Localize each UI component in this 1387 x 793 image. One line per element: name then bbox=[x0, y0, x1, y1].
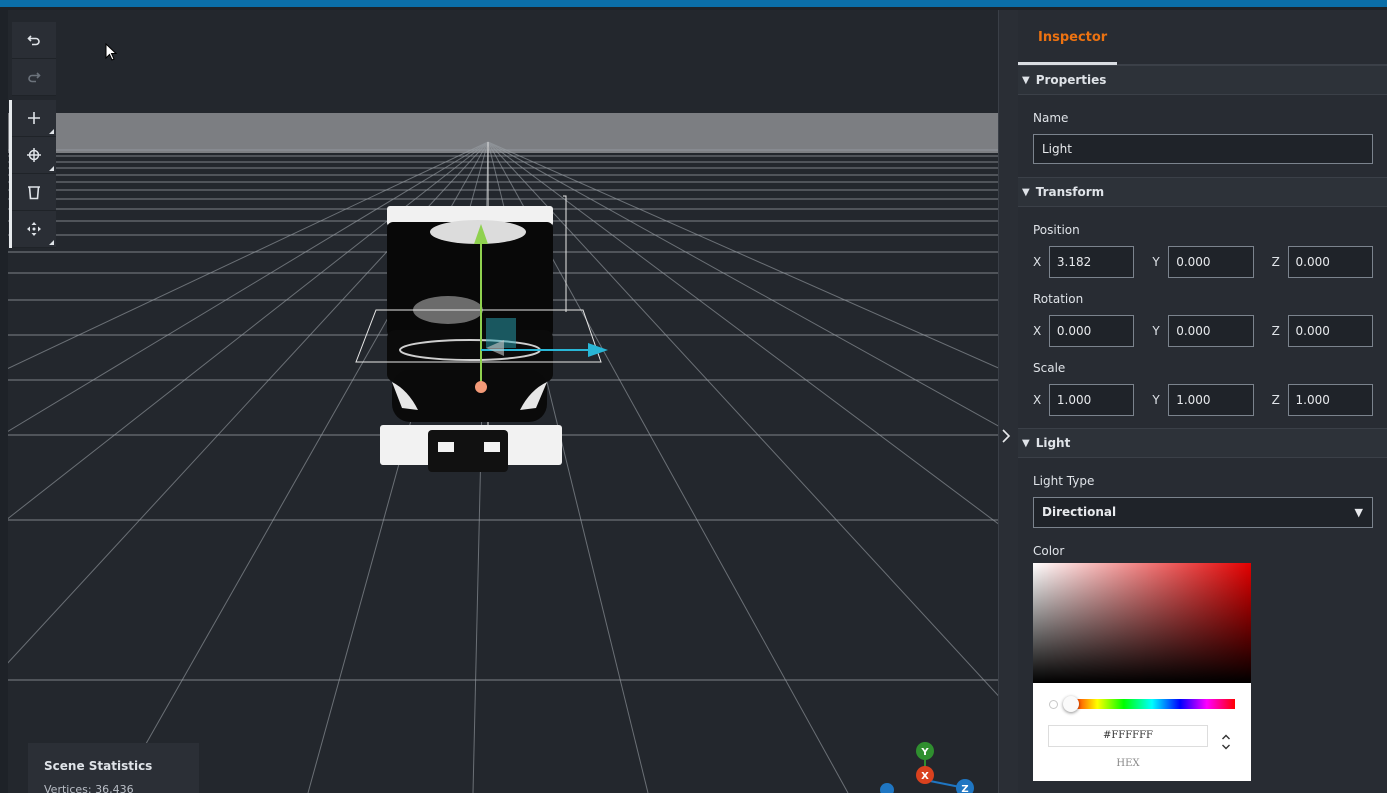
rotation-row: X 0.000 Y 0.000 Z 0.000 bbox=[1033, 315, 1373, 347]
position-y-input[interactable]: 0.000 bbox=[1168, 246, 1254, 278]
rotation-z-input[interactable]: 0.000 bbox=[1287, 315, 1373, 347]
position-label: Position bbox=[1033, 223, 1080, 237]
undo-button[interactable] bbox=[12, 22, 56, 59]
sky bbox=[8, 10, 998, 113]
scale-label: Scale bbox=[1033, 361, 1066, 375]
light-section-body: Light Type Directional ▼ Color #FFFFFF H… bbox=[1018, 458, 1387, 781]
position-z-label: Z bbox=[1271, 255, 1280, 269]
hue-slider[interactable] bbox=[1069, 699, 1235, 709]
mouse-cursor-icon bbox=[105, 43, 117, 61]
light-section-header[interactable]: ▼ Light bbox=[1018, 428, 1387, 458]
gizmo-z-label: Z bbox=[961, 784, 968, 793]
light-type-select[interactable]: Directional ▼ bbox=[1033, 497, 1373, 528]
add-component-button[interactable] bbox=[12, 137, 56, 174]
scale-x-input[interactable]: 1.000 bbox=[1048, 384, 1135, 416]
rotation-y-input[interactable]: 0.000 bbox=[1168, 315, 1254, 347]
scene-statistics-vertices: Vertices: 36,436 bbox=[44, 783, 134, 793]
scale-y-label: Y bbox=[1152, 393, 1160, 407]
component-icon bbox=[27, 148, 41, 162]
chevron-right-icon bbox=[1002, 429, 1011, 443]
rotation-label: Rotation bbox=[1033, 292, 1084, 306]
inspector-tabbar: Inspector bbox=[1018, 10, 1387, 65]
up-down-chevron-icon bbox=[1222, 734, 1230, 750]
orientation-gizmo[interactable]: Y X Z bbox=[880, 742, 974, 793]
triangle-down-icon: ▼ bbox=[1354, 506, 1363, 519]
color-preview-swatch bbox=[1049, 700, 1058, 709]
collapse-panel-button[interactable] bbox=[1001, 428, 1011, 447]
saturation-area[interactable] bbox=[1033, 563, 1251, 683]
plus-icon bbox=[28, 112, 40, 124]
tab-inspector[interactable]: Inspector bbox=[1038, 30, 1107, 45]
rotation-z-label: Z bbox=[1271, 324, 1280, 338]
position-z-input[interactable]: 0.000 bbox=[1287, 246, 1373, 278]
scale-y-input[interactable]: 1.000 bbox=[1168, 384, 1254, 416]
triangle-down-icon: ▼ bbox=[1022, 74, 1030, 86]
properties-section-title: Properties bbox=[1035, 73, 1107, 87]
move-icon bbox=[27, 222, 41, 236]
position-y-label: Y bbox=[1152, 255, 1160, 269]
scene-viewport[interactable]: Y X Z Scene Statistics Vertices: 36,436 bbox=[8, 10, 998, 793]
trash-icon bbox=[28, 186, 40, 200]
redo-button[interactable] bbox=[12, 59, 56, 96]
color-label: Color bbox=[1033, 544, 1065, 558]
rotation-x-input[interactable]: 0.000 bbox=[1048, 315, 1135, 347]
scale-z-input[interactable]: 1.000 bbox=[1287, 384, 1373, 416]
scale-z-label: Z bbox=[1271, 393, 1280, 407]
inspector-panel: Inspector ▼ Properties Name Light ▼ Tran… bbox=[1018, 10, 1387, 793]
position-x-input[interactable]: 3.182 bbox=[1048, 246, 1135, 278]
color-format-toggle[interactable] bbox=[1219, 733, 1233, 753]
transform-mode-button[interactable] bbox=[12, 211, 56, 248]
position-x-label: X bbox=[1033, 255, 1042, 269]
rotation-x-label: X bbox=[1033, 324, 1042, 338]
properties-section-body: Name Light bbox=[1018, 95, 1387, 177]
light-type-value: Directional bbox=[1042, 505, 1117, 519]
top-accent-bar bbox=[0, 0, 1387, 7]
redo-icon bbox=[28, 72, 41, 83]
light-type-label: Light Type bbox=[1033, 474, 1095, 488]
transform-section-title: Transform bbox=[1035, 185, 1105, 199]
light-section-title: Light bbox=[1035, 436, 1071, 450]
name-label: Name bbox=[1033, 111, 1069, 125]
triangle-down-icon: ▼ bbox=[1022, 186, 1030, 198]
hue-slider-handle[interactable] bbox=[1063, 696, 1079, 712]
hex-input[interactable]: #FFFFFF bbox=[1048, 725, 1208, 747]
scene-statistics-title: Scene Statistics bbox=[44, 759, 153, 773]
scene-toolbar bbox=[9, 22, 56, 248]
tab-active-indicator bbox=[1018, 62, 1117, 65]
gizmo-x-label: X bbox=[921, 771, 929, 782]
horizon-band bbox=[8, 113, 998, 153]
undo-icon bbox=[27, 35, 40, 46]
rotation-y-label: Y bbox=[1152, 324, 1160, 338]
panel-splitter[interactable] bbox=[998, 10, 1018, 793]
scene-statistics-panel: Scene Statistics Vertices: 36,436 bbox=[28, 743, 199, 793]
hex-format-label: HEX bbox=[1116, 758, 1140, 769]
properties-section-header[interactable]: ▼ Properties bbox=[1018, 65, 1387, 95]
robot-model[interactable] bbox=[380, 206, 562, 472]
transform-section-body: Position X 3.182 Y 0.000 Z 0.000 Rotatio… bbox=[1018, 207, 1387, 428]
position-row: X 3.182 Y 0.000 Z 0.000 bbox=[1033, 246, 1373, 278]
scale-row: X 1.000 Y 1.000 Z 1.000 bbox=[1033, 384, 1373, 416]
triangle-down-icon: ▼ bbox=[1022, 437, 1030, 449]
name-input[interactable]: Light bbox=[1033, 134, 1373, 164]
add-object-button[interactable] bbox=[12, 100, 56, 137]
tool-group bbox=[9, 100, 56, 248]
transform-section-header[interactable]: ▼ Transform bbox=[1018, 177, 1387, 207]
scene-canvas[interactable]: Y X Z bbox=[8, 10, 998, 793]
gizmo-y-label: Y bbox=[920, 747, 929, 758]
scale-x-label: X bbox=[1033, 393, 1042, 407]
color-picker: #FFFFFF HEX bbox=[1033, 563, 1251, 781]
delete-button[interactable] bbox=[12, 174, 56, 211]
